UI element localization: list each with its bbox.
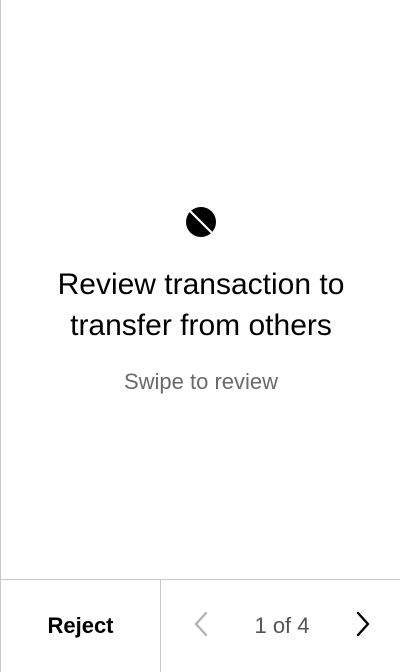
review-content: Review transaction to transfer from othe…	[1, 0, 400, 580]
ontology-logo-icon	[185, 206, 217, 238]
review-subtitle: Swipe to review	[123, 369, 279, 394]
next-page-button[interactable]	[351, 611, 375, 641]
page-indicator: 1 of 4	[254, 613, 310, 638]
footer-bar: Reject 1 of 4	[1, 579, 400, 672]
review-title: Review transaction to transfer from othe…	[57, 268, 345, 342]
previous-page-button[interactable]	[189, 611, 213, 641]
chevron-right-icon	[355, 611, 371, 642]
reject-button[interactable]: Reject	[1, 580, 161, 672]
chevron-left-icon	[193, 611, 209, 642]
review-screen: Review transaction to transfer from othe…	[0, 0, 400, 672]
pagination: 1 of 4	[161, 580, 400, 672]
